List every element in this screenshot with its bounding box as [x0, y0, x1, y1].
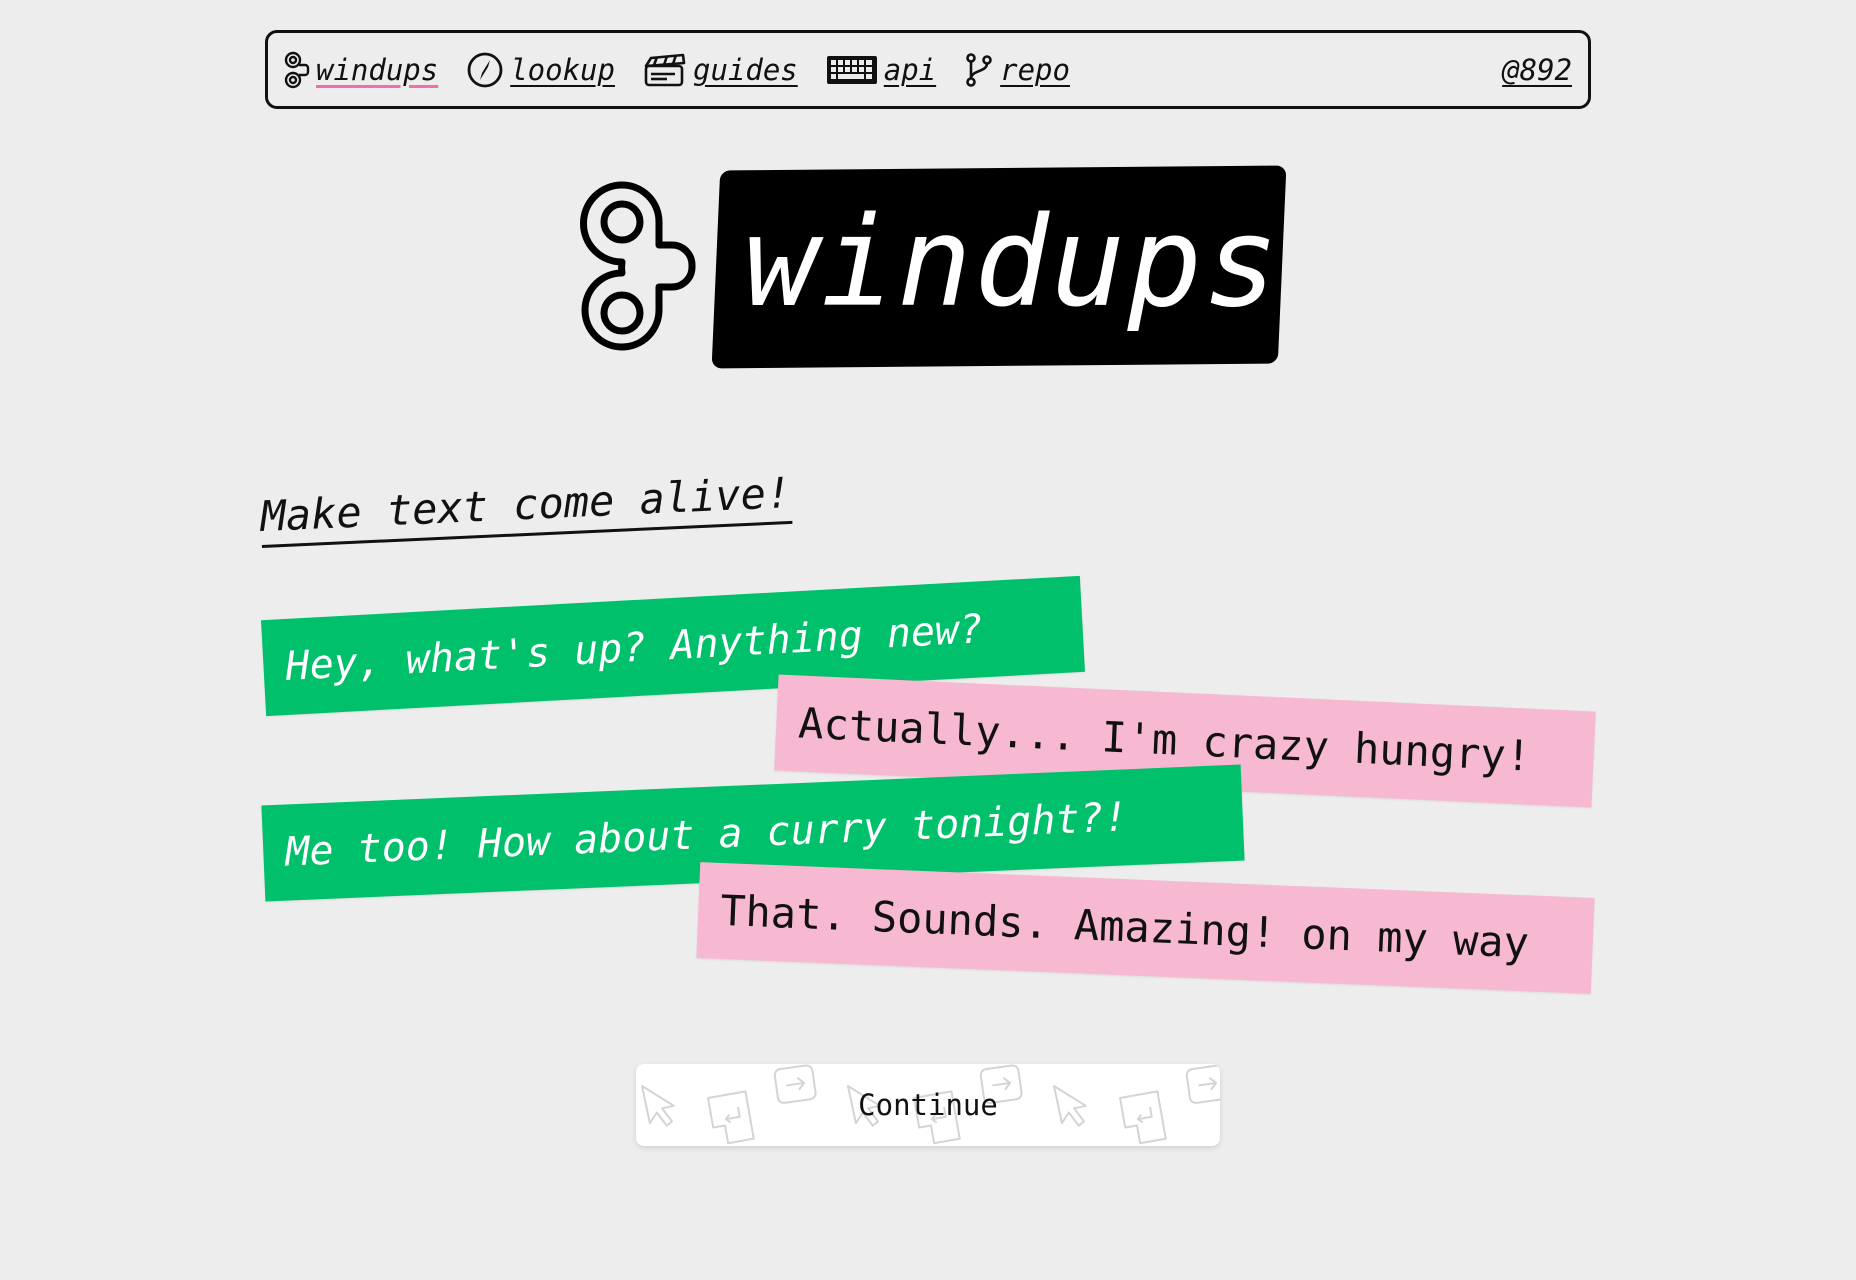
windup-key-icon [284, 51, 310, 89]
nav-label: guides [692, 52, 798, 87]
user-handle-link[interactable]: @892 [1502, 53, 1572, 87]
top-nav: windups lookup guides api repo @892 [265, 30, 1591, 109]
keyboard-icon [826, 55, 878, 85]
nav-item-windups[interactable]: windups [284, 51, 438, 89]
compass-icon [466, 51, 504, 89]
nav-label: api [883, 52, 937, 87]
chat-bubble-pink: That. Sounds. Amazing! on my way [696, 862, 1595, 994]
continue-button-label: Continue [858, 1088, 998, 1122]
nav-label: repo [1000, 52, 1070, 87]
hero-title: windups [744, 191, 1281, 335]
nav-label: windups [316, 52, 439, 87]
nav-item-guides[interactable]: guides [643, 52, 798, 88]
nav-label: lookup [510, 52, 615, 87]
continue-button[interactable]: Continue [636, 1064, 1220, 1146]
git-branch-icon [964, 52, 994, 88]
nav-item-repo[interactable]: repo [964, 52, 1070, 88]
nav-item-api[interactable]: api [826, 53, 936, 87]
tagline: Make text come alive! [259, 467, 793, 548]
windup-key-icon [578, 180, 700, 356]
nav-item-lookup[interactable]: lookup [466, 51, 615, 89]
clapperboard-icon [643, 52, 687, 88]
